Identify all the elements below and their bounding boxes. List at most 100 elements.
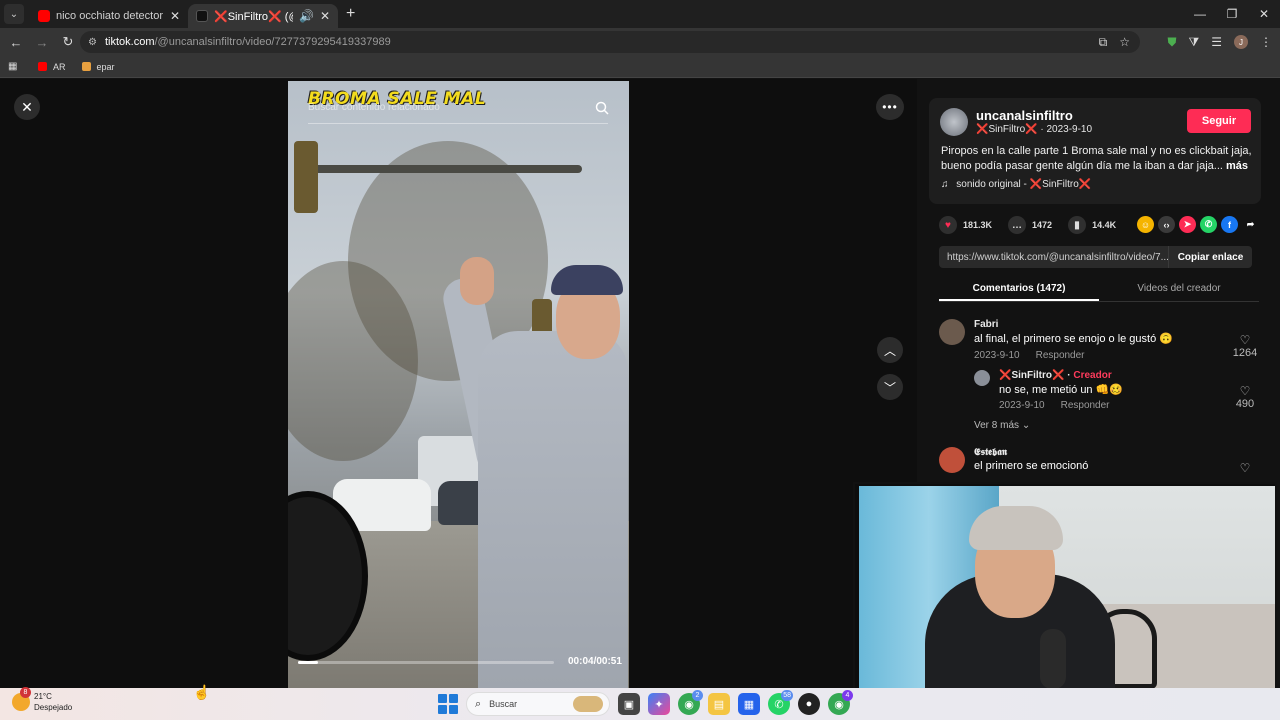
streamer-hair <box>969 506 1063 550</box>
share-link-box: https://www.tiktok.com/@uncanalsinfiltro… <box>939 246 1252 268</box>
sound-link[interactable]: ♫ sonido original - ❌SinFiltro❌ <box>941 179 1091 190</box>
comment-like[interactable]: ♡ 1264 <box>1227 333 1263 359</box>
restore-icon[interactable]: ❐ <box>1216 0 1248 28</box>
send-icon[interactable]: ➤ <box>1179 216 1196 233</box>
shield-extension-icon[interactable]: ⛊ <box>1168 35 1177 50</box>
comment-date: 2023-9-10 <box>974 350 1020 361</box>
bookmark-label: AR <box>53 61 66 72</box>
weather-widget[interactable]: 8 21°C Despejado <box>12 687 72 713</box>
comment-like[interactable]: ♡ <box>1227 461 1263 475</box>
tab-youtube[interactable]: nico occhiato detector de menti ✕ <box>30 4 188 28</box>
tab-search-button[interactable]: ⌄ <box>4 4 24 24</box>
tab-creator-videos[interactable]: Videos del creador <box>1099 278 1259 301</box>
apps-grid-icon[interactable]: ▦ <box>8 61 20 72</box>
taskbar-apps: ⌕ Buscar ▣ ✦ ◉ 2 ▤ ▦ ✆ 58 ● ◉ 4 <box>438 690 853 716</box>
facebook-icon[interactable]: f <box>1221 216 1238 233</box>
previous-video-icon[interactable]: ︿ <box>877 337 903 363</box>
install-app-icon[interactable]: ⧉ <box>1099 35 1108 50</box>
man-hand <box>460 257 494 305</box>
url-domain: tiktok.com <box>104 36 155 48</box>
commenter-name[interactable]: Fabri <box>974 319 998 330</box>
creator-username[interactable]: uncanalsinfiltro <box>976 108 1073 123</box>
reply-button[interactable]: Responder <box>1036 350 1085 361</box>
minimize-icon[interactable]: — <box>1184 0 1216 28</box>
reply-text: no se, me metió un 👊🥴 <box>999 384 1123 396</box>
bookmark-epar[interactable]: epar <box>81 62 115 72</box>
video-area: ✕ ••• ︿ ﹀ BROMA SALE MAL Buscar contenid… <box>0 79 917 688</box>
chrome-profile-icon[interactable]: ◉ 4 <box>828 690 853 715</box>
obs-icon[interactable]: ● <box>798 693 820 715</box>
close-window-icon[interactable]: ✕ <box>1248 0 1280 28</box>
commenter-name[interactable]: 𝕰𝖘𝖙𝖊𝖇𝖆𝖓 <box>974 447 1007 458</box>
reply-button[interactable]: Responder <box>1061 400 1110 411</box>
like-button[interactable]: ♥ 181.3K <box>939 216 992 234</box>
whatsapp-icon[interactable]: ✆ 58 <box>768 690 793 715</box>
more-link[interactable]: más <box>1226 160 1248 172</box>
comment-button[interactable]: … 1472 <box>1008 216 1052 234</box>
save-button[interactable]: ▮ 14.4K <box>1068 216 1116 234</box>
bookmark-favicon <box>81 62 91 71</box>
speaker-icon[interactable]: 🔊 <box>299 9 314 23</box>
follow-button[interactable]: Seguir <box>1187 109 1251 133</box>
close-tab-icon[interactable]: ✕ <box>170 9 180 23</box>
browser-tab-bar: ⌄ nico occhiato detector de menti ✕ ❌Sin… <box>0 0 1280 28</box>
next-video-icon[interactable]: ﹀ <box>877 374 903 400</box>
windows-start-icon[interactable] <box>438 694 458 714</box>
post-info-card: uncanalsinfiltro ❌SinFiltro❌ · 2023-9-10… <box>929 98 1261 204</box>
video-progress-bar[interactable] <box>298 661 554 664</box>
more-options-icon[interactable]: ••• <box>876 94 904 120</box>
copilot-icon[interactable]: ✦ <box>648 693 670 715</box>
youtube-icon <box>38 10 50 22</box>
weather-text: 21°C Despejado <box>34 691 72 713</box>
traffic-light <box>294 141 318 213</box>
share-link[interactable]: https://www.tiktok.com/@uncanalsinfiltro… <box>939 252 1168 263</box>
creator-tag: Creador <box>1073 370 1112 381</box>
store-icon[interactable]: ▦ <box>738 693 760 715</box>
commenter-avatar[interactable] <box>939 447 965 473</box>
profile-avatar[interactable]: J <box>1234 35 1248 49</box>
forward-icon[interactable]: → <box>30 30 54 54</box>
search-label: Buscar <box>489 699 518 709</box>
mouse-cursor: ☝ <box>193 684 211 700</box>
video-player[interactable]: BROMA SALE MAL Buscar contenido relacion… <box>288 81 629 688</box>
reply-author[interactable]: ❌SinFiltro❌ · Creador <box>999 370 1112 381</box>
bookmark-star-icon[interactable]: ☆ <box>1119 35 1130 49</box>
tab-comments[interactable]: Comentarios (1472) <box>939 278 1099 301</box>
extensions-icon[interactable]: ⧩ <box>1189 35 1200 50</box>
app-badge: 58 <box>781 690 793 701</box>
copy-link-button[interactable]: Copiar enlace <box>1168 246 1252 268</box>
like-count: 181.3K <box>963 220 993 230</box>
close-icon[interactable]: ✕ <box>14 94 40 120</box>
tab-tiktok[interactable]: ❌SinFiltro❌ (@uncanalsinfiltro) 🔊 ✕ <box>188 4 338 28</box>
share-arrow-icon[interactable]: ➦ <box>1242 216 1259 233</box>
embed-icon[interactable]: ‹› <box>1158 216 1175 233</box>
search-icon[interactable] <box>595 101 609 115</box>
heart-icon: ♥ <box>939 216 957 234</box>
creator-avatar[interactable] <box>974 370 990 386</box>
chrome-icon[interactable]: ◉ 2 <box>678 690 703 715</box>
close-tab-icon[interactable]: ✕ <box>320 9 330 23</box>
commenter-avatar[interactable] <box>939 319 965 345</box>
sun-icon: 8 <box>12 687 31 711</box>
url-bar[interactable]: ⚙ tiktok.com /@uncanalsinfiltro/video/72… <box>80 31 1140 53</box>
reading-list-icon[interactable]: ☰ <box>1211 35 1222 49</box>
bookmark-ar[interactable]: AR <box>38 62 66 72</box>
new-tab-button[interactable]: + <box>346 5 355 23</box>
video-search-text: Buscar contenido relacionado <box>308 102 440 113</box>
app-badge: 2 <box>692 690 703 701</box>
reply-date: 2023-9-10 <box>999 400 1045 411</box>
friends-share-icon[interactable]: ☺ <box>1137 216 1154 233</box>
site-info-icon[interactable]: ⚙ <box>88 37 97 48</box>
taskbar-search[interactable]: ⌕ Buscar <box>466 692 610 716</box>
reload-icon[interactable]: ↻ <box>56 30 80 54</box>
menu-icon[interactable]: ⋮ <box>1260 35 1272 49</box>
reply-like[interactable]: ♡ 490 <box>1227 384 1263 410</box>
file-explorer-icon[interactable]: ▤ <box>708 693 730 715</box>
view-more-replies[interactable]: Ver 8 más ⌄ <box>974 420 1030 431</box>
creator-avatar[interactable] <box>940 108 968 136</box>
screen: ⌄ nico occhiato detector de menti ✕ ❌Sin… <box>0 0 1280 720</box>
task-view-icon[interactable]: ▣ <box>618 693 640 715</box>
man-body <box>478 331 628 688</box>
back-icon[interactable]: ← <box>4 30 28 54</box>
whatsapp-icon[interactable]: ✆ <box>1200 216 1217 233</box>
